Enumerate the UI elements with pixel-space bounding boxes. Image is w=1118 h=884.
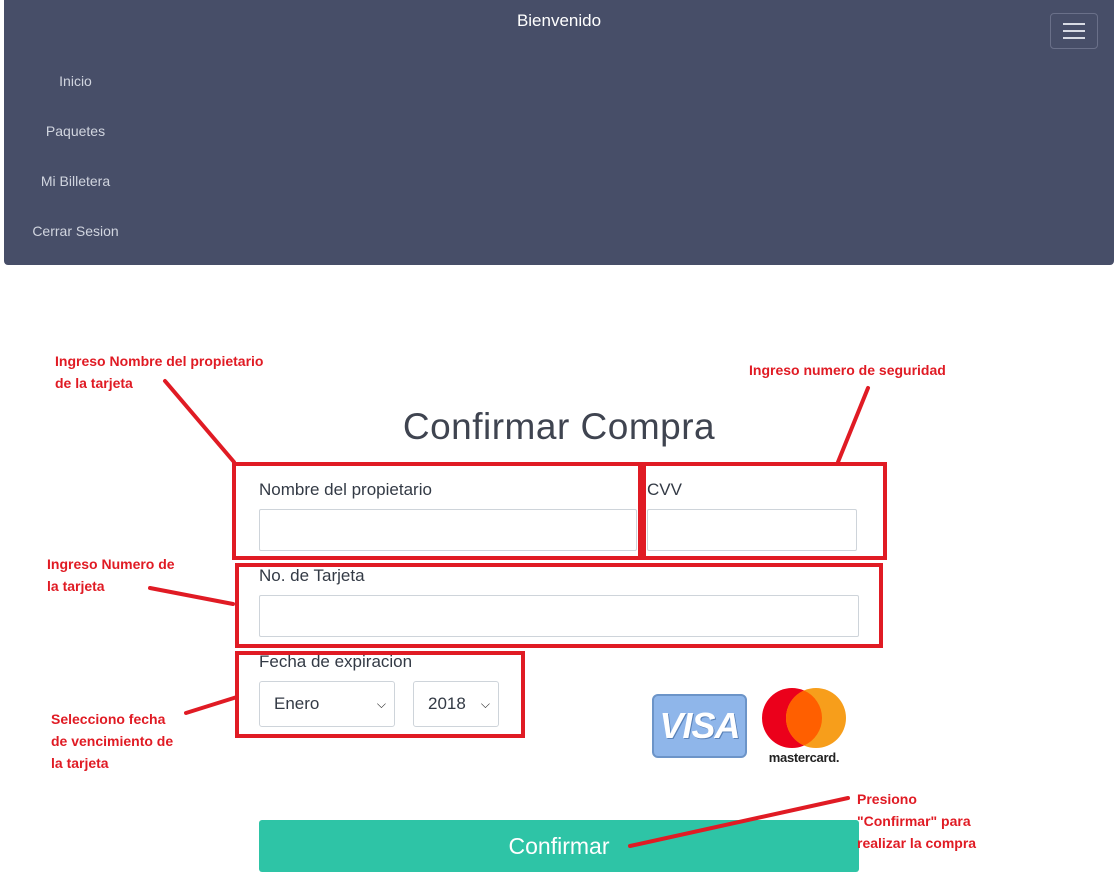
- nav-item-paquetes[interactable]: Paquetes: [4, 123, 147, 139]
- highlight-expiry-box: [235, 651, 525, 738]
- nav-item-mi-billetera[interactable]: Mi Billetera: [4, 173, 147, 189]
- confirm-button[interactable]: Confirmar: [259, 820, 859, 872]
- annotation-confirm: Presiono "Confirmar" para realizar la co…: [857, 791, 977, 851]
- highlight-cvv-box: [642, 462, 887, 560]
- hamburger-bar: [1063, 23, 1085, 25]
- nav-item-inicio[interactable]: Inicio: [4, 73, 147, 89]
- highlight-card-box: [235, 563, 883, 648]
- annotation-cvv: Ingreso numero de seguridad: [749, 362, 946, 378]
- highlight-owner-box: [232, 462, 642, 560]
- visa-logo-text: VISA: [659, 705, 740, 746]
- page-title: Confirmar Compra: [402, 406, 716, 447]
- mastercard-logo-text: mastercard.: [768, 750, 840, 765]
- hamburger-menu-icon[interactable]: [1050, 13, 1098, 49]
- mastercard-circles-icon: [762, 688, 846, 748]
- visa-logo: VISA: [652, 694, 747, 758]
- hamburger-bar: [1063, 37, 1085, 39]
- navbar-brand[interactable]: Bienvenido: [4, 11, 1114, 31]
- annotation-expiry: Selecciono fecha de vencimiento de la ta…: [51, 711, 174, 771]
- annotation-owner: Ingreso Nombre del propietario de la tar…: [55, 353, 264, 391]
- hamburger-bar: [1063, 30, 1085, 32]
- mastercard-logo: mastercard.: [758, 686, 850, 768]
- annotation-card: Ingreso Numero de la tarjeta: [47, 556, 175, 594]
- nav-item-cerrar-sesion[interactable]: Cerrar Sesion: [4, 223, 147, 239]
- navbar: Bienvenido Inicio Paquetes Mi Billetera …: [4, 0, 1114, 265]
